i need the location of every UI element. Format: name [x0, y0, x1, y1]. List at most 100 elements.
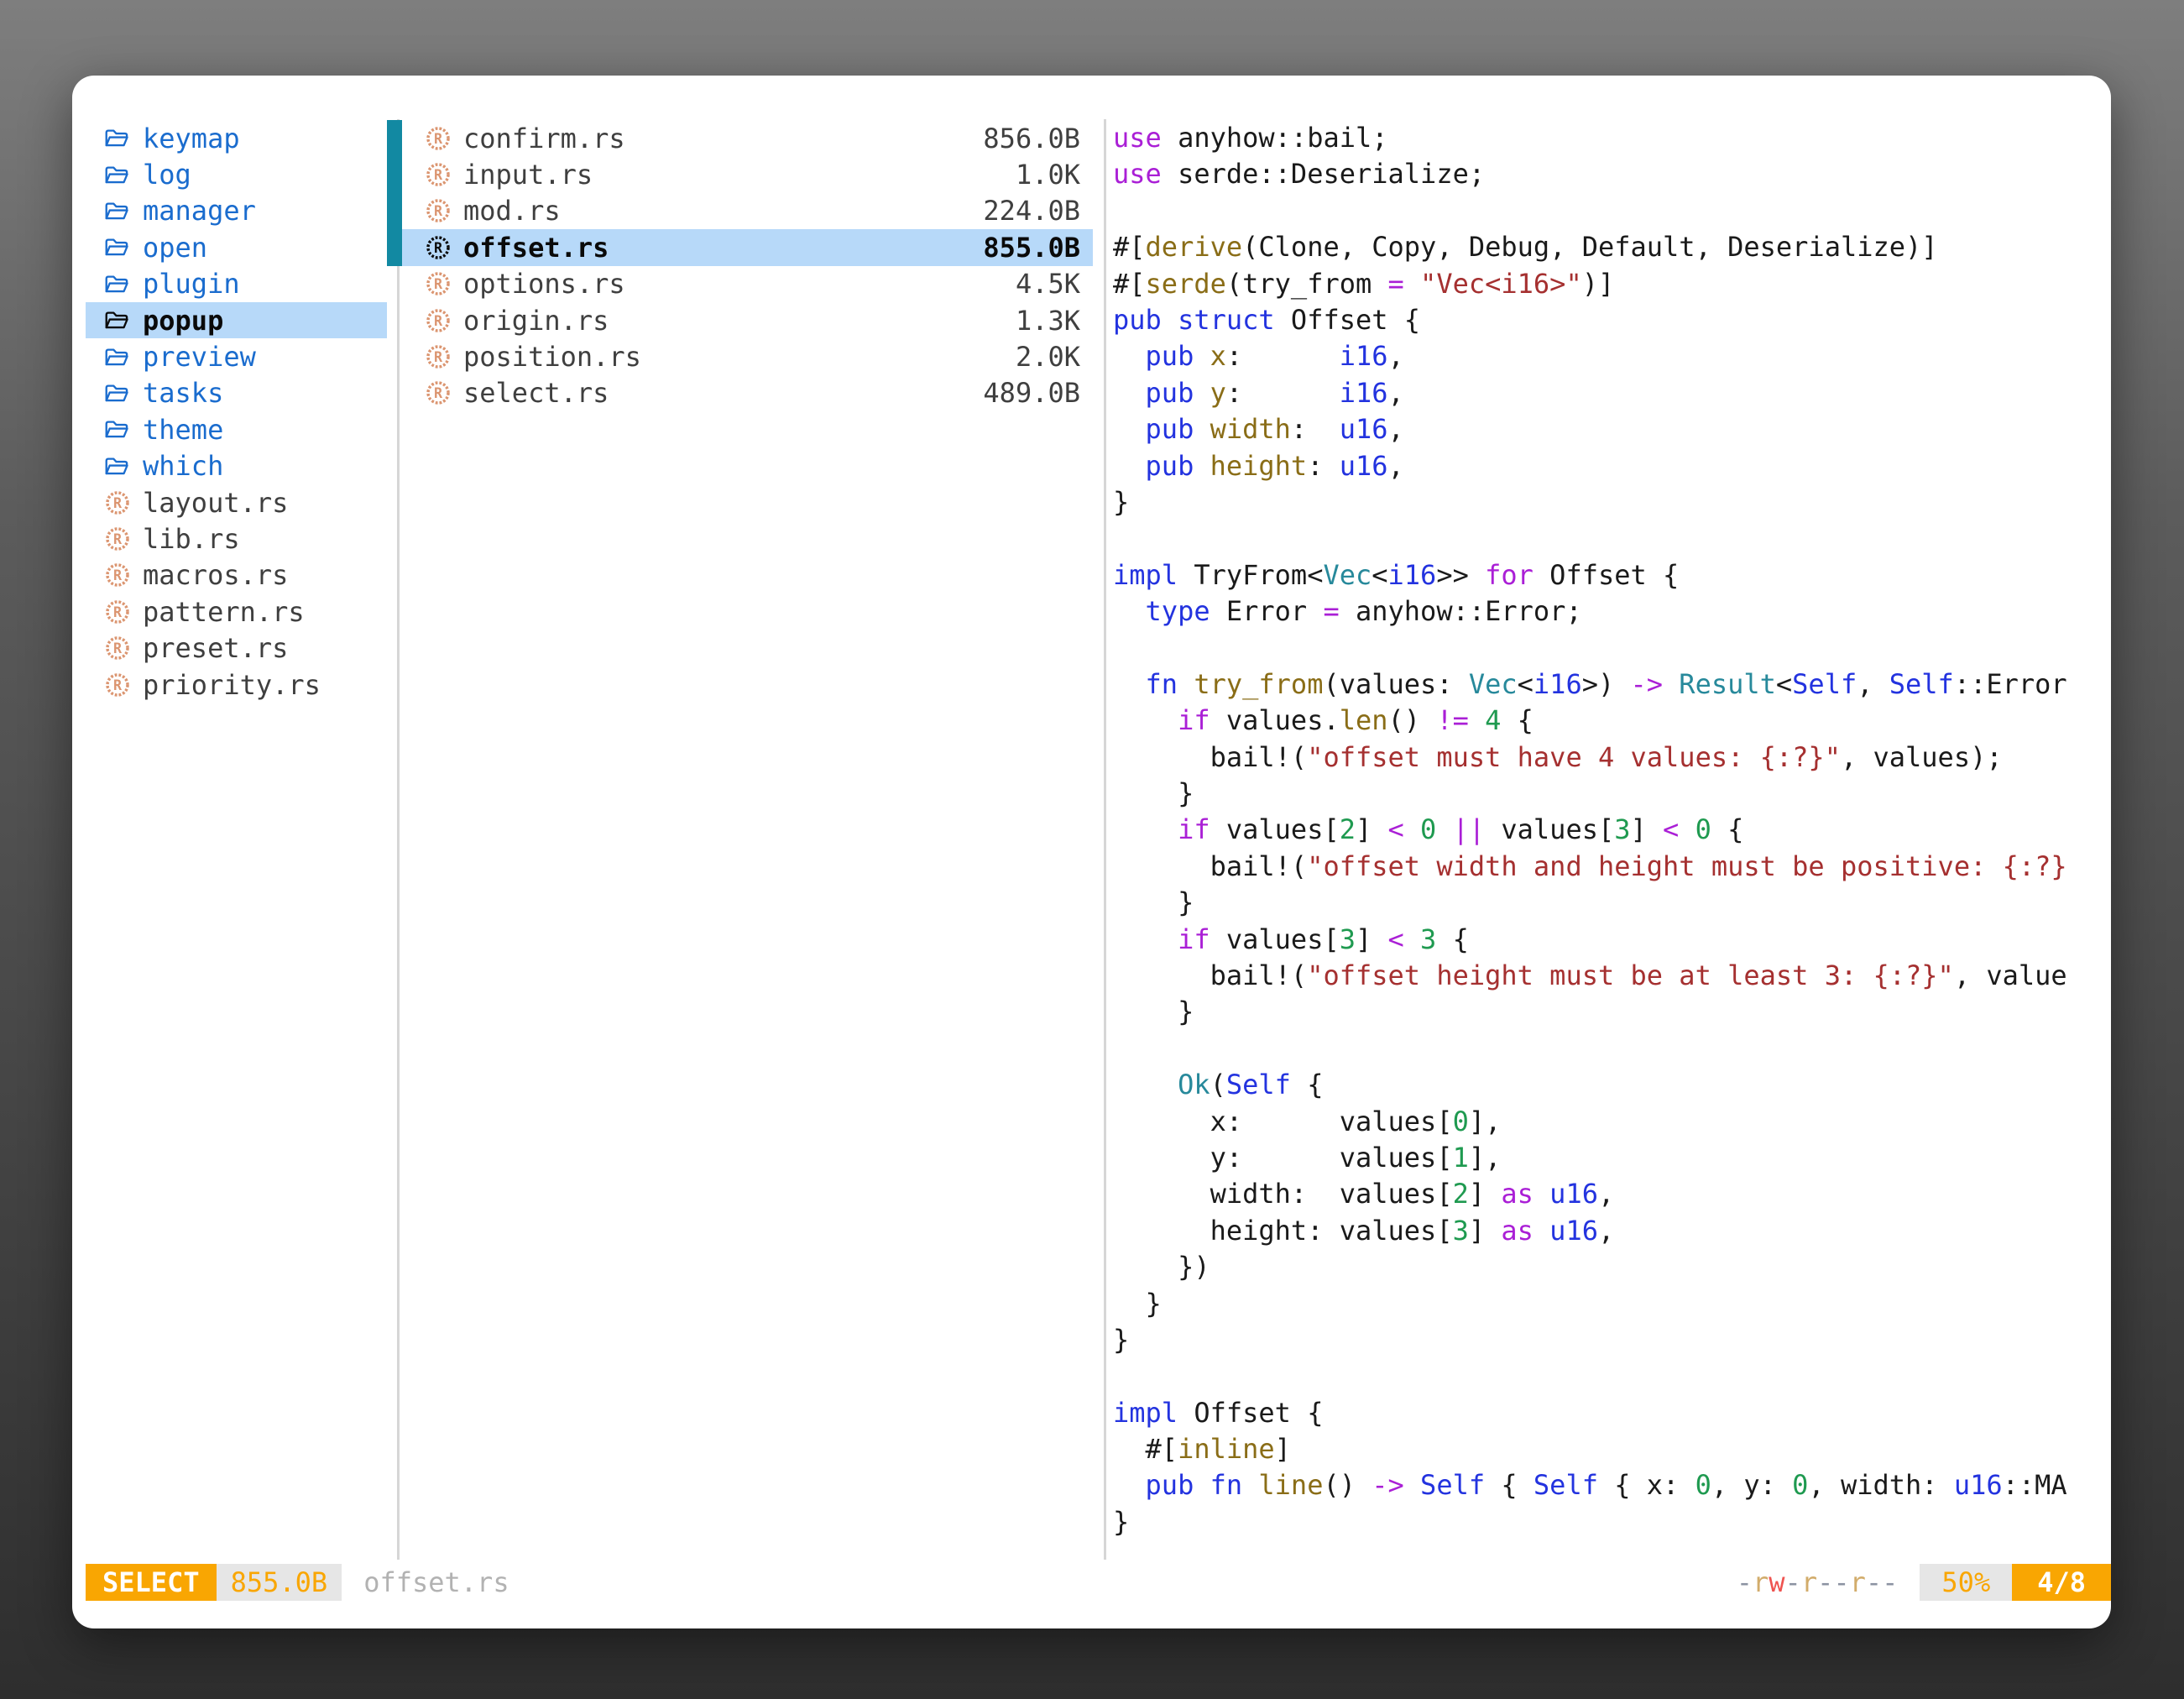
file-size: 1.3K — [1016, 305, 1080, 337]
sidebar-item-lib.rs[interactable]: Rlib.rs — [86, 520, 387, 557]
sidebar-item-label: lib.rs — [143, 523, 240, 555]
svg-text:R: R — [113, 677, 123, 693]
code-line: } — [1113, 994, 2103, 1030]
folder-icon — [104, 383, 134, 404]
file-row-position.rs[interactable]: Rposition.rs2.0K — [402, 338, 1093, 374]
folder-icon — [104, 274, 134, 295]
svg-text:R: R — [434, 276, 443, 292]
sidebar-item-theme[interactable]: theme — [86, 411, 387, 447]
sidebar-item-layout.rs[interactable]: Rlayout.rs — [86, 484, 387, 520]
sidebar-item-preview[interactable]: preview — [86, 338, 387, 374]
sidebar-item-label: preset.rs — [143, 632, 288, 664]
file-manager-window: keymaplogmanageropenpluginpopuppreviewta… — [72, 76, 2111, 1628]
code-line: Ok(Self { — [1113, 1067, 2103, 1103]
permissions-text: -rw-r--r-- — [1737, 1564, 1899, 1601]
code-line: use anyhow::bail; — [1113, 120, 2103, 156]
code-line: bail!("offset must have 4 values: {:?}",… — [1113, 740, 2103, 776]
file-row-mod.rs[interactable]: Rmod.rs224.0B — [402, 193, 1093, 229]
status-left: SELECT 855.0B offset.rs — [86, 1564, 509, 1601]
sidebar-item-open[interactable]: open — [86, 229, 387, 265]
code-line: } — [1113, 1322, 2103, 1358]
svg-text:R: R — [113, 494, 123, 510]
file-row-origin.rs[interactable]: Rorigin.rs1.3K — [402, 302, 1093, 338]
sidebar-item-priority.rs[interactable]: Rpriority.rs — [86, 667, 387, 703]
rust-file-icon: R — [104, 562, 134, 588]
code-line: bail!("offset height must be at least 3:… — [1113, 958, 2103, 994]
code-line: fn try_from(values: Vec<i16>) -> Result<… — [1113, 667, 2103, 703]
scroll-percent-badge: 50% — [1920, 1564, 2012, 1601]
sidebar-item-label: preview — [143, 341, 256, 373]
folder-icon — [104, 237, 134, 258]
code-line: pub y: i16, — [1113, 375, 2103, 411]
rust-file-icon: R — [425, 234, 458, 261]
svg-text:R: R — [113, 640, 123, 656]
folder-icon — [104, 456, 134, 477]
code-line: }) — [1113, 1249, 2103, 1285]
code-line: impl Offset { — [1113, 1395, 2103, 1431]
rust-file-icon: R — [425, 197, 458, 224]
rust-file-icon: R — [425, 125, 458, 152]
file-row-select.rs[interactable]: Rselect.rs489.0B — [402, 375, 1093, 411]
status-bar: SELECT 855.0B offset.rs -rw-r--r-- 50% 4… — [72, 1564, 2111, 1601]
rust-file-icon: R — [425, 379, 458, 406]
file-row-offset.rs[interactable]: Roffset.rs855.0B — [402, 229, 1093, 265]
file-name: offset.rs — [463, 232, 609, 264]
code-line: if values.len() != 4 { — [1113, 703, 2103, 739]
sidebar-item-which[interactable]: which — [86, 448, 387, 484]
code-line: height: values[3] as u16, — [1113, 1213, 2103, 1249]
sidebar-item-plugin[interactable]: plugin — [86, 266, 387, 302]
rust-file-icon: R — [104, 489, 134, 516]
file-name: options.rs — [463, 268, 625, 300]
sidebar-item-pattern.rs[interactable]: Rpattern.rs — [86, 593, 387, 630]
sidebar-item-manager[interactable]: manager — [86, 193, 387, 229]
code-line: pub struct Offset { — [1113, 302, 2103, 338]
svg-text:R: R — [434, 240, 443, 256]
code-line: pub width: u16, — [1113, 411, 2103, 447]
folder-icon — [104, 419, 134, 440]
code-line: impl TryFrom<Vec<i16>> for Offset { — [1113, 557, 2103, 593]
folder-icon — [104, 347, 134, 368]
parent-directory-pane: keymaplogmanageropenpluginpopuppreviewta… — [86, 120, 387, 703]
file-row-options.rs[interactable]: Roptions.rs4.5K — [402, 266, 1093, 302]
code-line — [1113, 520, 2103, 557]
svg-text:R: R — [434, 203, 443, 219]
sidebar-item-popup[interactable]: popup — [86, 302, 387, 338]
folder-icon — [104, 165, 134, 186]
scrollbar-thumb[interactable] — [387, 120, 402, 266]
code-line — [1113, 193, 2103, 229]
code-line: x: values[0], — [1113, 1104, 2103, 1140]
code-line: type Error = anyhow::Error; — [1113, 593, 2103, 630]
sidebar-item-macros.rs[interactable]: Rmacros.rs — [86, 557, 387, 593]
file-size: 856.0B — [983, 123, 1080, 154]
sidebar-item-label: layout.rs — [143, 487, 288, 519]
code-preview-pane: use anyhow::bail;use serde::Deserialize;… — [1113, 120, 2103, 1540]
rust-file-icon: R — [104, 635, 134, 661]
sidebar-item-keymap[interactable]: keymap — [86, 120, 387, 156]
sidebar-item-label: theme — [143, 414, 223, 446]
file-row-confirm.rs[interactable]: Rconfirm.rs856.0B — [402, 120, 1093, 156]
folder-icon — [104, 201, 134, 222]
rust-file-icon: R — [104, 672, 134, 698]
code-line: pub x: i16, — [1113, 338, 2103, 374]
status-right: -rw-r--r-- 50% 4/8 — [1737, 1564, 2111, 1601]
code-line — [1113, 1358, 2103, 1394]
code-line: #[serde(try_from = "Vec<i16>")] — [1113, 266, 2103, 302]
sidebar-item-log[interactable]: log — [86, 156, 387, 192]
file-size: 224.0B — [983, 195, 1080, 227]
folder-icon — [104, 310, 134, 331]
pane-separator-left — [397, 119, 400, 1560]
status-filename: offset.rs — [363, 1564, 509, 1601]
rust-file-icon: R — [425, 307, 458, 334]
code-line: #[inline] — [1113, 1431, 2103, 1467]
sidebar-item-tasks[interactable]: tasks — [86, 375, 387, 411]
cursor-position-badge: 4/8 — [2012, 1564, 2111, 1601]
code-line: pub fn line() -> Self { Self { x: 0, y: … — [1113, 1467, 2103, 1503]
code-line: } — [1113, 1286, 2103, 1322]
sidebar-item-preset.rs[interactable]: Rpreset.rs — [86, 630, 387, 666]
rust-file-icon: R — [104, 525, 134, 552]
file-size: 489.0B — [983, 377, 1080, 409]
sidebar-item-label: log — [143, 159, 191, 191]
file-row-input.rs[interactable]: Rinput.rs1.0K — [402, 156, 1093, 192]
file-size: 1.0K — [1016, 159, 1080, 191]
code-line: } — [1113, 776, 2103, 812]
